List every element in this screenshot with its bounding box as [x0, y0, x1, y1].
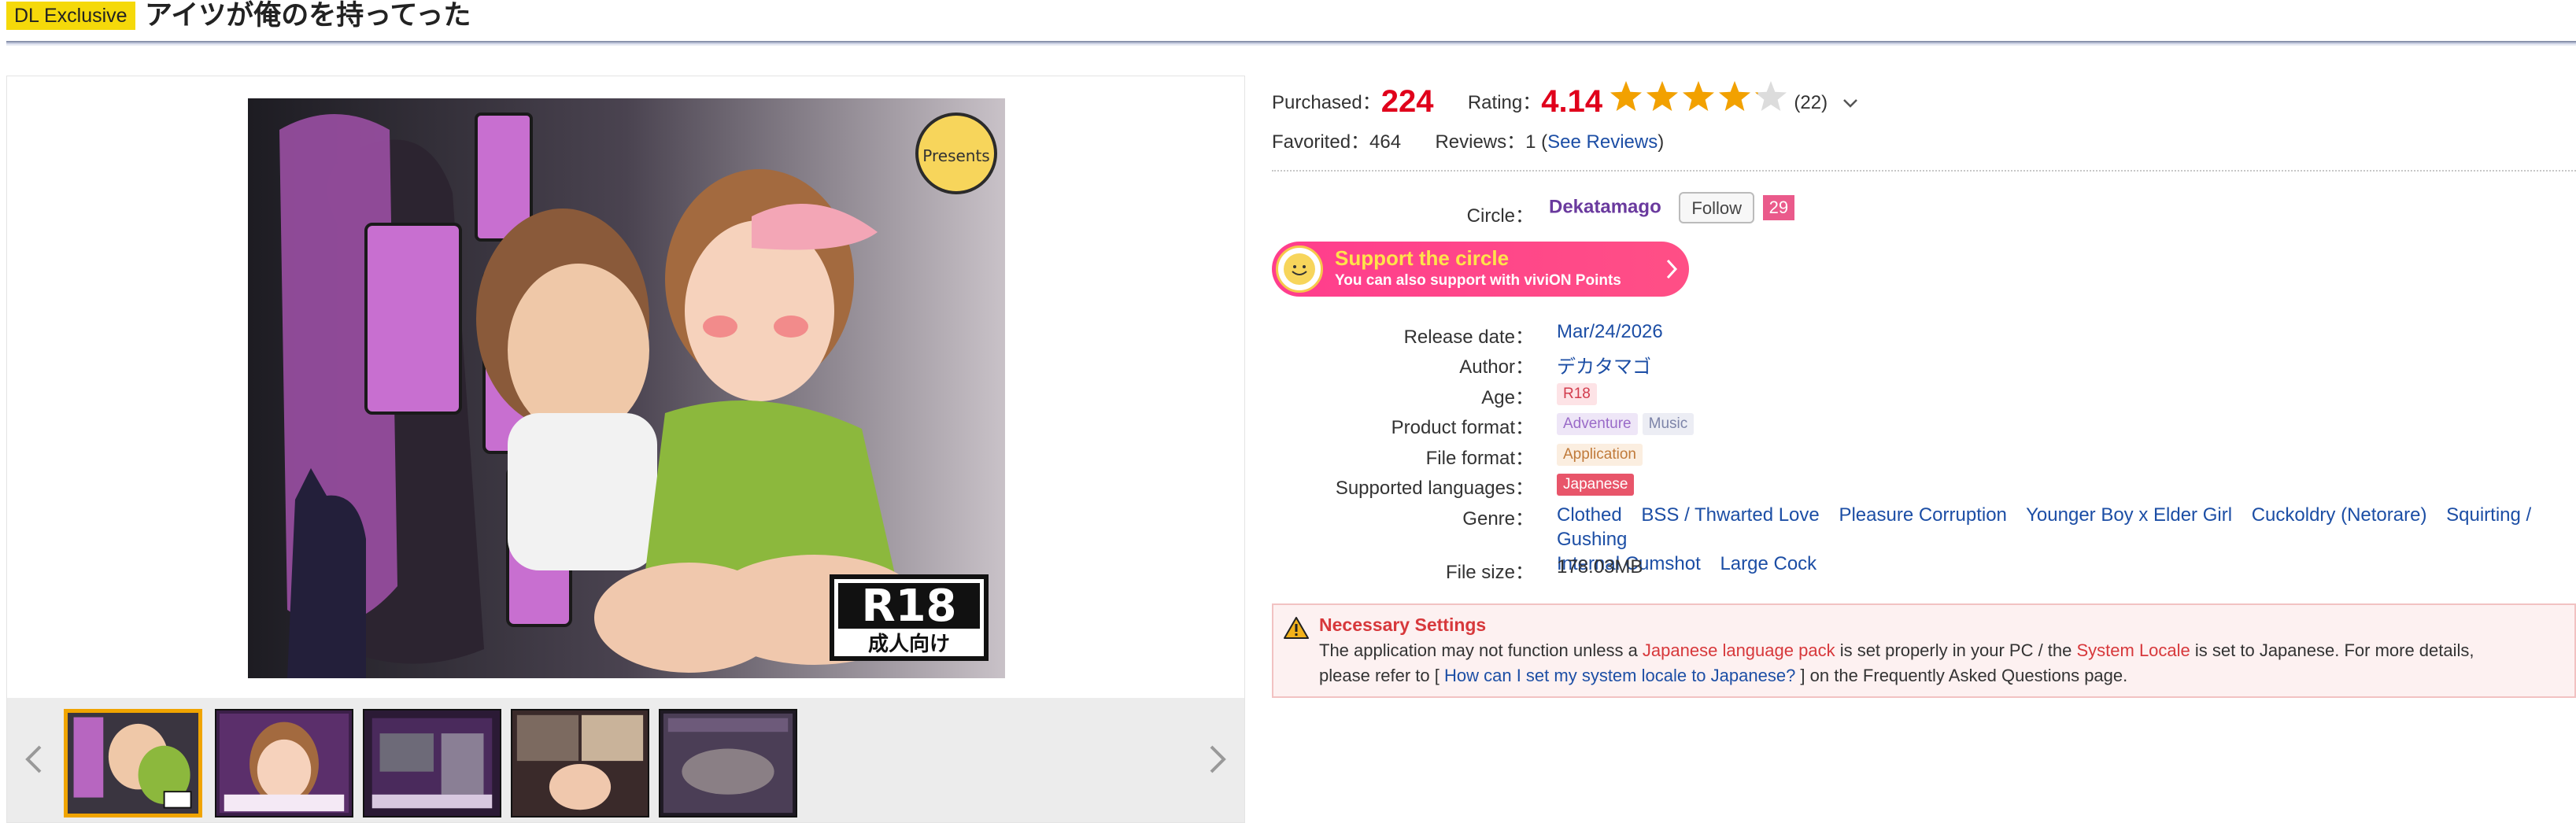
- age-tag[interactable]: R18: [1557, 383, 1597, 405]
- thumbnail-1[interactable]: [64, 709, 202, 817]
- system-locale-link[interactable]: System Locale: [2076, 640, 2190, 660]
- paren-close: ): [1658, 131, 1665, 153]
- genre-link[interactable]: Cuckoldry (Netorare): [2252, 504, 2427, 526]
- rating-value: 4.14: [1541, 84, 1603, 119]
- r18-sticker-text: R18: [861, 581, 956, 632]
- languages-label: Supported languages：: [1335, 478, 1534, 499]
- favorited-label: Favorited：: [1272, 131, 1370, 153]
- rating-label: Rating：: [1467, 92, 1542, 113]
- notice-text: ] on the Frequently Asked Questions page…: [1795, 666, 2128, 685]
- thumbnail-4[interactable]: [511, 709, 649, 817]
- japanese-language-pack-link[interactable]: Japanese language pack: [1643, 640, 1835, 660]
- file-size-label: File size：: [1445, 562, 1534, 583]
- warning-icon: [1284, 617, 1309, 639]
- notice-text: The application may not function unless …: [1319, 640, 1643, 660]
- circle-label: Circle：: [1466, 205, 1534, 227]
- format-tag-music[interactable]: Music: [1642, 413, 1695, 435]
- page-title: アイツが俺のを持ってった: [145, 0, 471, 31]
- reviews-label: Reviews：: [1435, 131, 1526, 153]
- release-date-link[interactable]: Mar/24/2026: [1557, 321, 1663, 343]
- circle-avatar-icon: [1276, 245, 1323, 293]
- star-filled: [1610, 81, 1642, 111]
- main-product-image[interactable]: Presents R18 成人向け: [248, 98, 1005, 678]
- presents-logo-text: Presents: [922, 146, 989, 165]
- format-tag-adventure[interactable]: Adventure: [1557, 413, 1638, 435]
- dl-exclusive-badge: DL Exclusive: [6, 2, 135, 30]
- title-divider: [6, 41, 2576, 46]
- genre-list: Clothed BSS / Thwarted Love Pleasure Cor…: [1557, 503, 2572, 576]
- paren-open: (: [1541, 131, 1548, 153]
- next-image-arrow[interactable]: [1202, 744, 1233, 775]
- product-gallery: Presents R18 成人向け: [6, 76, 1245, 823]
- genre-label: Genre：: [1462, 508, 1534, 530]
- genre-link[interactable]: Large Cock: [1720, 553, 1817, 574]
- purchased-count: 224: [1380, 84, 1434, 119]
- chevron-right-icon: [1666, 259, 1678, 279]
- favorites-reviews-line: Favorited：464 Reviews：1 (See Reviews): [1272, 126, 1664, 153]
- genre-link[interactable]: BSS / Thwarted Love: [1641, 504, 1819, 526]
- page-header: DL Exclusive アイツが俺のを持ってった: [6, 0, 2576, 46]
- release-date-label: Release date：: [1403, 327, 1534, 348]
- rating-dropdown-icon[interactable]: [1841, 93, 1860, 115]
- notice-text: is set to Japanese. For more details,: [2190, 640, 2474, 660]
- support-circle-button[interactable]: Support the circle You can also support …: [1272, 242, 1689, 297]
- support-subtitle: You can also support with viviON Points: [1335, 272, 1621, 289]
- r18-sticker-sub: 成人向け: [868, 632, 950, 656]
- notice-title: Necessary Settings: [1319, 614, 1487, 635]
- star-rating-icon: [1610, 81, 1787, 111]
- genre-link[interactable]: Clothed: [1557, 504, 1622, 526]
- notice-text: is set properly in your PC / the: [1835, 640, 2077, 660]
- genre-link[interactable]: Younger Boy x Elder Girl: [2026, 504, 2232, 526]
- thumbnail-3[interactable]: [363, 709, 501, 817]
- rating-stars: [1608, 79, 1789, 115]
- thumbnail-2[interactable]: [215, 709, 353, 817]
- circle-name-link[interactable]: Dekatamago: [1549, 196, 1661, 217]
- notice-body: The application may not function unless …: [1319, 638, 2563, 688]
- genre-link[interactable]: Pleasure Corruption: [1839, 504, 2006, 526]
- language-tag[interactable]: Japanese: [1557, 474, 1635, 496]
- purchased-label: Purchased：: [1272, 92, 1381, 113]
- chevron-left-icon: [25, 745, 42, 773]
- file-format-tag[interactable]: Application: [1557, 444, 1643, 466]
- star-filled: [1646, 81, 1678, 111]
- thumbnail-5[interactable]: [659, 709, 797, 817]
- follow-count-badge: 29: [1762, 195, 1795, 220]
- chevron-right-icon: [1210, 745, 1226, 773]
- favorited-count: 464: [1369, 131, 1402, 153]
- author-link[interactable]: デカタマゴ: [1557, 351, 1651, 378]
- age-label: Age：: [1481, 387, 1534, 408]
- prev-image-arrow[interactable]: [18, 744, 50, 775]
- star-filled: [1682, 81, 1714, 111]
- file-size-value: 178.03MB: [1557, 556, 1643, 578]
- necessary-settings-notice: Necessary Settings The application may n…: [1272, 603, 2576, 698]
- notice-text: please refer to [: [1319, 666, 1444, 685]
- cover-artwork: Presents R18 成人向け: [248, 98, 1005, 678]
- star-filled: [1718, 81, 1750, 111]
- follow-button[interactable]: Follow: [1679, 192, 1754, 223]
- support-title: Support the circle: [1335, 246, 1510, 270]
- info-divider: [1272, 170, 2576, 172]
- sales-rating-line: Purchased：224 Rating：4.14 (22): [1272, 79, 1860, 120]
- reviews-count: 1: [1525, 131, 1536, 153]
- product-info-panel: Purchased：224 Rating：4.14 (22) Favorited…: [1272, 76, 2576, 823]
- product-format-label: Product format：: [1391, 417, 1534, 438]
- thumbnail-strip: [7, 698, 1244, 822]
- see-reviews-link[interactable]: See Reviews: [1547, 131, 1658, 153]
- file-format-label: File format：: [1425, 448, 1534, 469]
- author-label: Author：: [1459, 356, 1534, 378]
- faq-system-locale-link[interactable]: How can I set my system locale to Japane…: [1444, 666, 1795, 685]
- star-empty: [1754, 81, 1787, 111]
- rating-count: (22): [1794, 92, 1828, 113]
